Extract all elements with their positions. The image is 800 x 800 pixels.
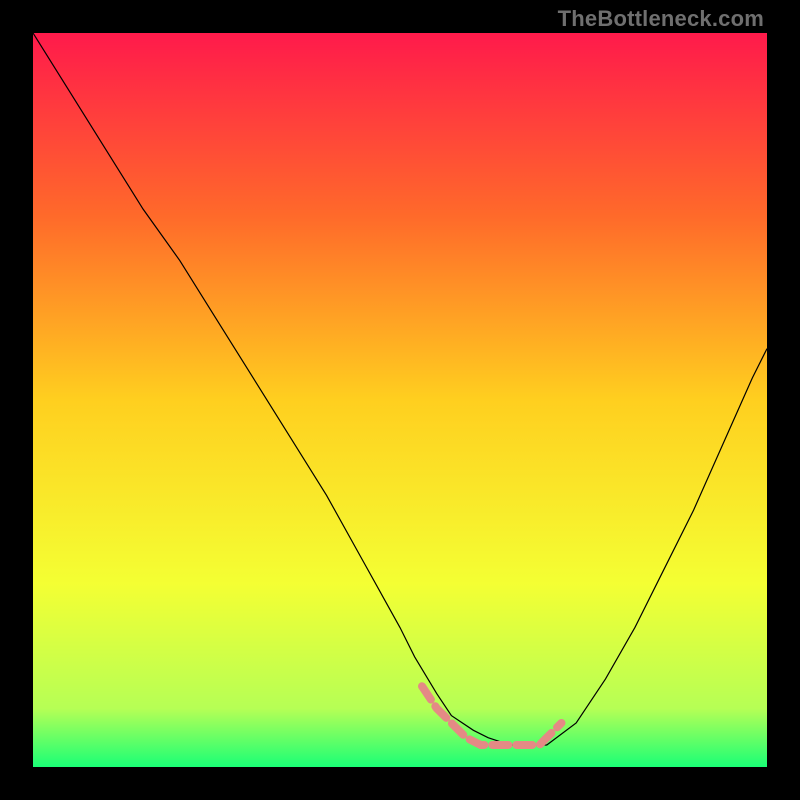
attribution-text: TheBottleneck.com xyxy=(558,6,764,32)
chart-background xyxy=(33,33,767,767)
bottleneck-chart xyxy=(33,33,767,767)
